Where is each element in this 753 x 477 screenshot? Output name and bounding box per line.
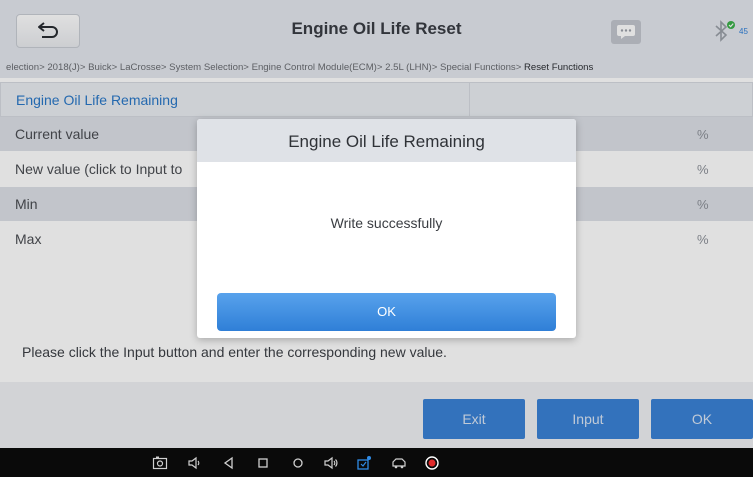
volume-down-icon[interactable] bbox=[186, 455, 202, 471]
dialog-title: Engine Oil Life Remaining bbox=[197, 119, 576, 162]
result-dialog: Engine Oil Life Remaining Write successf… bbox=[197, 119, 576, 338]
vci-icon[interactable] bbox=[356, 455, 372, 471]
dialog-message: Write successfully bbox=[330, 215, 443, 231]
record-icon[interactable] bbox=[424, 455, 440, 471]
home-nav-icon[interactable] bbox=[255, 455, 271, 471]
back-nav-icon[interactable] bbox=[221, 455, 237, 471]
circle-nav-icon[interactable] bbox=[290, 455, 306, 471]
volume-up-icon[interactable] bbox=[323, 455, 339, 471]
system-nav-bar bbox=[0, 448, 753, 477]
screenshot-icon[interactable] bbox=[152, 455, 168, 471]
car-icon[interactable] bbox=[391, 455, 407, 471]
dialog-ok-button[interactable]: OK bbox=[217, 293, 556, 331]
